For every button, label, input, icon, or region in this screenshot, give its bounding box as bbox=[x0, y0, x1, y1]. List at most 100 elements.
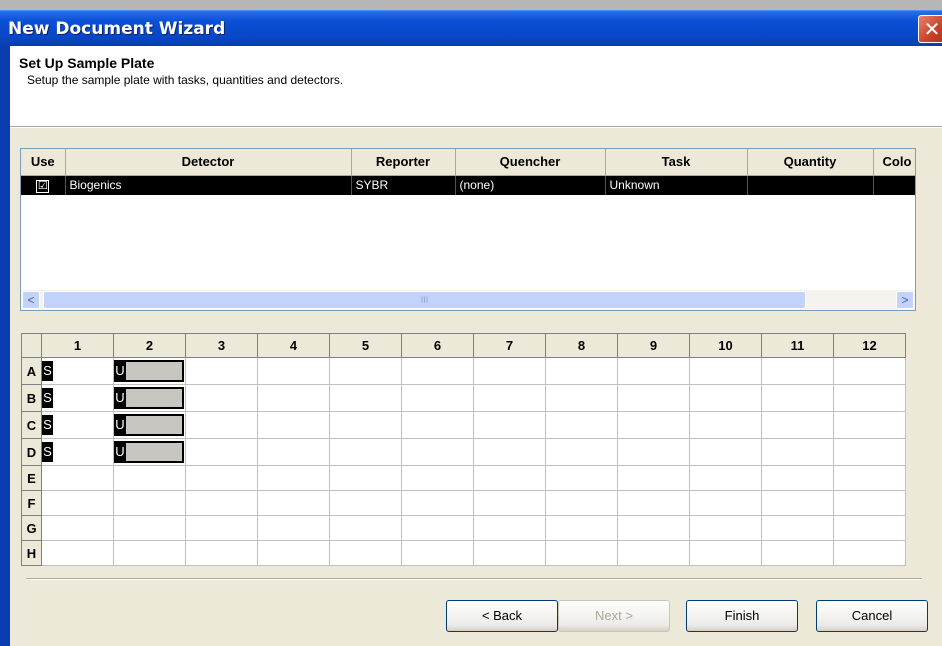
plate-row-header[interactable]: F bbox=[21, 490, 42, 516]
plate-column-header[interactable]: 6 bbox=[401, 333, 474, 358]
plate-row-header[interactable]: C bbox=[21, 411, 42, 439]
plate-row-header[interactable]: H bbox=[21, 540, 42, 566]
plate-well[interactable] bbox=[113, 540, 186, 566]
plate-well[interactable] bbox=[689, 438, 762, 466]
plate-well[interactable] bbox=[473, 490, 546, 516]
plate-well[interactable]: S bbox=[41, 384, 114, 412]
plate-well[interactable] bbox=[329, 384, 402, 412]
scrollbar-thumb[interactable]: III bbox=[43, 291, 806, 309]
plate-well[interactable] bbox=[113, 490, 186, 516]
plate-well[interactable] bbox=[833, 490, 906, 516]
plate-column-header[interactable]: 5 bbox=[329, 333, 402, 358]
plate-well[interactable] bbox=[473, 411, 546, 439]
detector-cell[interactable]: Biogenics bbox=[65, 175, 352, 195]
plate-well[interactable]: U bbox=[113, 384, 186, 412]
plate-well[interactable] bbox=[473, 540, 546, 566]
plate-well[interactable] bbox=[473, 438, 546, 466]
plate-well[interactable] bbox=[329, 411, 402, 439]
plate-well[interactable] bbox=[257, 515, 330, 541]
plate-well[interactable] bbox=[617, 384, 690, 412]
plate-well[interactable] bbox=[833, 438, 906, 466]
plate-well[interactable] bbox=[257, 411, 330, 439]
plate-well[interactable] bbox=[185, 357, 258, 385]
plate-well[interactable] bbox=[617, 540, 690, 566]
column-header-task[interactable]: Task bbox=[605, 149, 748, 176]
task-cell[interactable]: Unknown bbox=[605, 175, 748, 195]
plate-well[interactable] bbox=[545, 515, 618, 541]
plate-well[interactable] bbox=[833, 357, 906, 385]
next-button[interactable]: Next > bbox=[558, 600, 670, 632]
plate-well[interactable] bbox=[401, 490, 474, 516]
plate-row-header[interactable]: A bbox=[21, 357, 42, 385]
plate-well[interactable] bbox=[185, 411, 258, 439]
close-icon[interactable]: ✕ bbox=[918, 15, 942, 43]
plate-column-header[interactable]: 10 bbox=[689, 333, 762, 358]
plate-well[interactable] bbox=[689, 490, 762, 516]
plate-well[interactable] bbox=[617, 411, 690, 439]
plate-well[interactable] bbox=[833, 411, 906, 439]
plate-well[interactable] bbox=[617, 438, 690, 466]
plate-well[interactable] bbox=[185, 465, 258, 491]
plate-well[interactable]: U bbox=[113, 438, 186, 466]
plate-well[interactable] bbox=[257, 438, 330, 466]
plate-well[interactable] bbox=[689, 540, 762, 566]
plate-well[interactable] bbox=[833, 465, 906, 491]
plate-well[interactable] bbox=[689, 357, 762, 385]
plate-well[interactable] bbox=[257, 384, 330, 412]
plate-well[interactable] bbox=[473, 357, 546, 385]
plate-well[interactable] bbox=[329, 438, 402, 466]
plate-well[interactable] bbox=[617, 515, 690, 541]
plate-well[interactable] bbox=[545, 490, 618, 516]
plate-well[interactable] bbox=[761, 357, 834, 385]
plate-row-header[interactable]: G bbox=[21, 515, 42, 541]
plate-column-header[interactable]: 7 bbox=[473, 333, 546, 358]
plate-well[interactable] bbox=[761, 465, 834, 491]
plate-well[interactable]: U bbox=[113, 411, 186, 439]
plate-column-header[interactable]: 9 bbox=[617, 333, 690, 358]
plate-well[interactable] bbox=[761, 411, 834, 439]
plate-well[interactable] bbox=[545, 357, 618, 385]
plate-well[interactable] bbox=[761, 515, 834, 541]
plate-well[interactable] bbox=[833, 384, 906, 412]
plate-well[interactable] bbox=[401, 384, 474, 412]
plate-column-header[interactable]: 3 bbox=[185, 333, 258, 358]
plate-well[interactable] bbox=[329, 465, 402, 491]
quantity-cell[interactable] bbox=[747, 175, 874, 195]
color-cell[interactable] bbox=[873, 175, 915, 195]
plate-well[interactable] bbox=[833, 540, 906, 566]
plate-well[interactable] bbox=[761, 438, 834, 466]
back-button[interactable]: < Back bbox=[446, 600, 558, 632]
plate-well[interactable] bbox=[185, 384, 258, 412]
column-header-reporter[interactable]: Reporter bbox=[351, 149, 456, 176]
plate-well[interactable]: S bbox=[41, 357, 114, 385]
plate-corner-cell[interactable] bbox=[21, 333, 42, 358]
plate-well[interactable] bbox=[617, 490, 690, 516]
plate-well[interactable] bbox=[617, 357, 690, 385]
quencher-cell[interactable]: (none) bbox=[455, 175, 606, 195]
plate-well[interactable] bbox=[401, 357, 474, 385]
plate-well[interactable] bbox=[473, 384, 546, 412]
plate-column-header[interactable]: 2 bbox=[113, 333, 186, 358]
plate-well[interactable] bbox=[257, 465, 330, 491]
column-header-use[interactable]: Use bbox=[21, 149, 66, 176]
plate-well[interactable] bbox=[689, 465, 762, 491]
horizontal-scrollbar[interactable]: < III > bbox=[21, 290, 915, 310]
plate-column-header[interactable]: 4 bbox=[257, 333, 330, 358]
plate-well[interactable] bbox=[329, 540, 402, 566]
plate-well[interactable] bbox=[329, 357, 402, 385]
scroll-left-icon[interactable]: < bbox=[22, 291, 40, 309]
plate-row-header[interactable]: D bbox=[21, 438, 42, 466]
use-cell[interactable]: ☑ bbox=[21, 175, 66, 195]
plate-well[interactable] bbox=[401, 411, 474, 439]
plate-well[interactable] bbox=[185, 540, 258, 566]
plate-well[interactable] bbox=[41, 540, 114, 566]
cancel-button[interactable]: Cancel bbox=[816, 600, 928, 632]
plate-well[interactable] bbox=[689, 384, 762, 412]
finish-button[interactable]: Finish bbox=[686, 600, 798, 632]
plate-well[interactable] bbox=[185, 438, 258, 466]
plate-well[interactable] bbox=[401, 438, 474, 466]
plate-well[interactable] bbox=[473, 465, 546, 491]
plate-row-header[interactable]: B bbox=[21, 384, 42, 412]
plate-column-header[interactable]: 12 bbox=[833, 333, 906, 358]
plate-well[interactable] bbox=[545, 540, 618, 566]
